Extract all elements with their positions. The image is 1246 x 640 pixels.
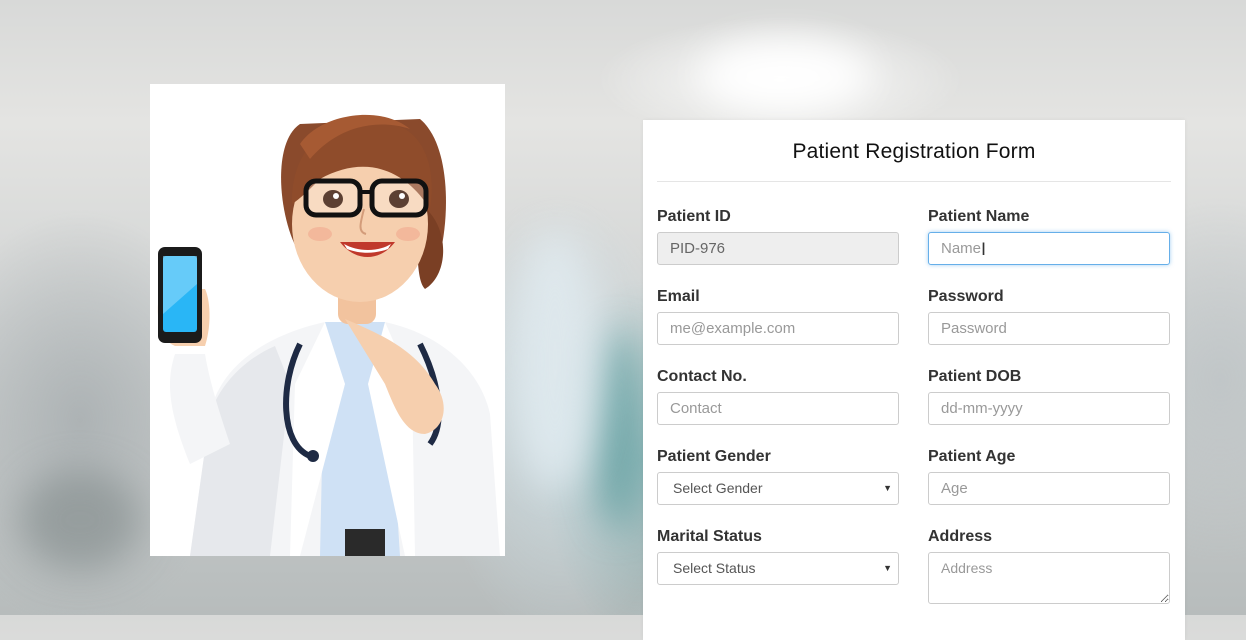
patient-name-field: Patient Name [928, 208, 1170, 265]
doctor-illustration [150, 84, 505, 556]
password-field: Password [928, 288, 1170, 345]
marital-select[interactable]: Select Status ▼ [657, 552, 899, 585]
password-input[interactable] [928, 312, 1170, 345]
age-label: Patient Age [928, 448, 1016, 465]
dob-input[interactable] [928, 392, 1170, 425]
text-cursor-icon: I [981, 240, 987, 260]
email-input[interactable] [657, 312, 899, 345]
address-field: Address [928, 528, 1170, 609]
registration-form: Patient Registration Form Patient ID Pat… [643, 120, 1185, 640]
gender-field: Patient Gender Select Gender ▼ [657, 448, 899, 505]
contact-label: Contact No. [657, 368, 747, 385]
background-blur-curtain [510, 230, 600, 490]
gender-label: Patient Gender [657, 448, 771, 465]
dob-field: Patient DOB [928, 368, 1170, 425]
email-label: Email [657, 288, 700, 305]
marital-select-value: Select Status [673, 560, 756, 576]
patient-id-input[interactable] [657, 232, 899, 265]
patient-name-input[interactable] [928, 232, 1170, 265]
background-blur-bed [20, 470, 140, 570]
marital-field: Marital Status Select Status ▼ [657, 528, 899, 585]
dob-label: Patient DOB [928, 368, 1022, 385]
address-textarea[interactable] [928, 552, 1170, 604]
form-divider [657, 181, 1171, 182]
dropdown-caret-icon: ▼ [883, 563, 892, 573]
contact-field: Contact No. [657, 368, 899, 425]
gender-select[interactable]: Select Gender ▼ [657, 472, 899, 505]
patient-id-field: Patient ID [657, 208, 899, 265]
doctor-with-phone-icon [157, 114, 500, 556]
age-input[interactable] [928, 472, 1170, 505]
gender-select-value: Select Gender [673, 480, 763, 496]
contact-input[interactable] [657, 392, 899, 425]
email-field: Email [657, 288, 899, 345]
dropdown-caret-icon: ▼ [883, 483, 892, 493]
patient-name-label: Patient Name [928, 208, 1030, 225]
age-field: Patient Age [928, 448, 1170, 505]
background-blur-figure [595, 330, 640, 530]
patient-id-label: Patient ID [657, 208, 731, 225]
form-title: Patient Registration Form [792, 140, 1036, 163]
password-label: Password [928, 288, 1004, 305]
address-label: Address [928, 528, 993, 545]
background-blur-light [700, 40, 870, 110]
marital-label: Marital Status [657, 528, 762, 545]
